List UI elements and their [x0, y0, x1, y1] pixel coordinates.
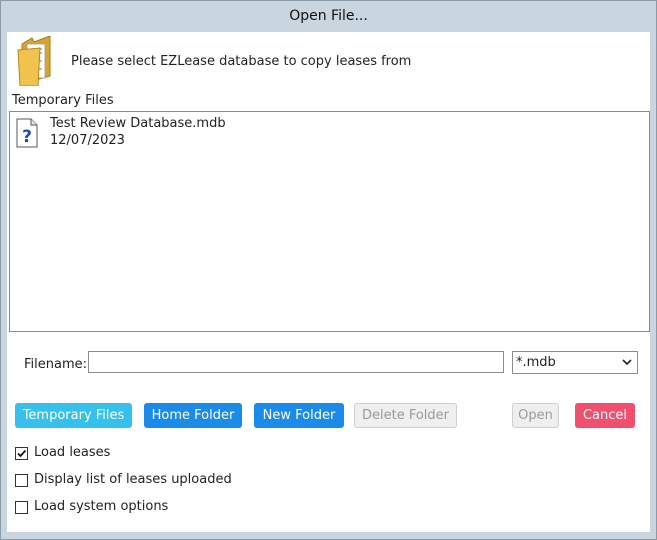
- file-type-select[interactable]: *.mdb: [512, 351, 638, 374]
- svg-text:?: ?: [22, 127, 32, 147]
- folder-icon: [17, 36, 51, 86]
- delete-folder-button[interactable]: Delete Folder: [354, 403, 457, 428]
- file-type-value: *.mdb: [516, 355, 556, 370]
- display-leases-label: Display list of leases uploaded: [34, 472, 232, 487]
- new-folder-button[interactable]: New Folder: [254, 403, 344, 428]
- chevron-down-icon: [622, 359, 632, 366]
- dialog-title: Open File...: [289, 8, 368, 24]
- dialog-body: Please select EZLease database to copy l…: [7, 32, 650, 532]
- temporary-files-button[interactable]: Temporary Files: [15, 403, 132, 428]
- open-file-dialog: Open File... Please select EZLease datab…: [0, 0, 657, 540]
- filename-label: Filename:: [24, 357, 88, 372]
- file-list[interactable]: ? Test Review Database.mdb 12/07/2023: [9, 111, 650, 332]
- open-button[interactable]: Open: [512, 403, 559, 428]
- display-leases-checkbox[interactable]: [15, 474, 28, 487]
- cancel-button[interactable]: Cancel: [575, 403, 635, 428]
- load-leases-checkbox[interactable]: [15, 447, 28, 460]
- filename-input[interactable]: [88, 351, 504, 373]
- checkmark-icon: [17, 449, 27, 458]
- dialog-prompt: Please select EZLease database to copy l…: [71, 54, 412, 69]
- file-date: 12/07/2023: [50, 133, 125, 148]
- load-system-options-label: Load system options: [34, 499, 169, 514]
- load-system-options-checkbox[interactable]: [15, 501, 28, 514]
- load-leases-label: Load leases: [34, 445, 111, 460]
- home-folder-button[interactable]: Home Folder: [144, 403, 242, 428]
- file-name: Test Review Database.mdb: [50, 116, 226, 131]
- unknown-file-icon: ?: [16, 118, 38, 148]
- list-item[interactable]: ? Test Review Database.mdb 12/07/2023: [16, 116, 276, 156]
- current-location-label: Temporary Files: [12, 93, 114, 108]
